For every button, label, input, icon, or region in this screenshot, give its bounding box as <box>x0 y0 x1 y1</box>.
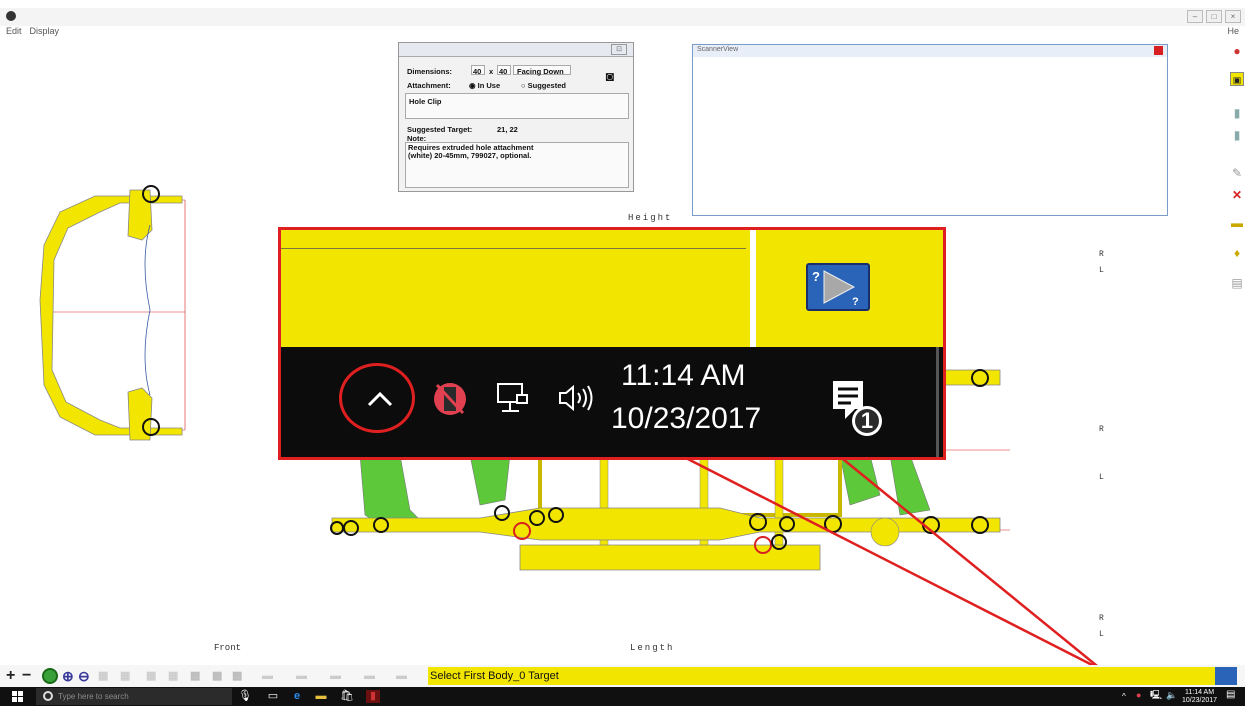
view-icon-3[interactable]: ▦ <box>146 667 156 685</box>
taskbar-search-input[interactable]: Type here to search <box>36 688 232 705</box>
tray-clock-date[interactable]: 10/23/2017 <box>1182 697 1217 704</box>
status-message: Select First Body_0 Target <box>428 667 1228 685</box>
windows-start-icon[interactable] <box>12 691 23 702</box>
task-view-icon[interactable]: ▭ <box>266 690 280 703</box>
zoom-out-icon[interactable]: ⊖ <box>78 667 90 685</box>
side-label-l: L <box>1099 630 1104 639</box>
radio-suggested[interactable]: ○ Suggested <box>521 81 566 90</box>
status-panel-icon[interactable] <box>1215 667 1237 685</box>
svg-text:?: ? <box>852 296 859 308</box>
dimension-separator: x <box>489 67 494 76</box>
zoomed-system-tray: 11:14 AM 10/23/2017 1 <box>281 347 943 457</box>
store-icon[interactable]: 🛍 <box>340 690 354 703</box>
dialog-collapse-button[interactable]: ⊡ <box>611 44 627 55</box>
facing-value: Facing Down <box>517 67 564 76</box>
running-app-icon[interactable]: ▮ <box>366 690 380 703</box>
attachment-label: Attachment: <box>407 81 451 90</box>
suggested-target-label: Suggested Target: <box>407 125 473 134</box>
view-icon-2[interactable]: ▦ <box>120 667 130 685</box>
windows-taskbar: Type here to search 🎙 ▭ e ▬ 🛍 ▮ ^ ● 🖳 🔈 … <box>0 687 1245 706</box>
side-label-r: R <box>1099 250 1104 259</box>
side-label-l: L <box>1099 266 1104 275</box>
attachment-dialog: ⊡ Dimensions: 40 x 40 Facing Down ◙ Atta… <box>398 42 634 192</box>
edge-icon[interactable]: e <box>290 690 304 703</box>
body-tool-icon-1[interactable]: ▬ <box>262 667 273 685</box>
view-icon-6[interactable]: ▩ <box>212 667 222 685</box>
dimension-width: 40 <box>473 67 482 76</box>
file-explorer-icon[interactable]: ▬ <box>314 690 328 703</box>
suggested-label: Suggested <box>527 81 566 90</box>
suggested-target-value: 21, 22 <box>497 125 518 134</box>
scanner-title: ScannerView <box>693 45 1167 57</box>
radio-in-use[interactable]: ◉ In Use <box>469 81 500 90</box>
top-view-frame <box>39 185 186 441</box>
microphone-icon[interactable]: 🎙 <box>238 690 252 703</box>
tray-notification-icon[interactable]: ▤ <box>1226 690 1235 700</box>
dialog-title-bar: ⊡ <box>399 43 633 57</box>
note-text: Requires extruded hole attachment (white… <box>408 143 534 160</box>
height-axis-label: Height <box>628 213 673 223</box>
pointer-line-right <box>837 454 1103 671</box>
bottom-toolbar: + − ⊕ ⊖ ▦ ▦ ▦ ▦ ▩ ▩ ▩ ▬ ▬ ▬ ▬ ▬ Select F… <box>0 665 1245 687</box>
view-icon-5[interactable]: ▩ <box>190 667 200 685</box>
zoom-callout: ? ? 11:14 AM 10/23/2017 1 <box>278 227 946 460</box>
body-tool-icon-4[interactable]: ▬ <box>364 667 375 685</box>
zoom-plus-button[interactable]: + <box>6 667 15 685</box>
body-tool-icon-3[interactable]: ▬ <box>330 667 341 685</box>
in-use-label: In Use <box>477 81 501 90</box>
show-hidden-icons-chevron[interactable] <box>365 389 395 409</box>
tray-clock-time[interactable]: 11:14 AM <box>1185 689 1214 696</box>
side-label-l: L <box>1099 473 1104 482</box>
scanner-view-window: ScannerView <box>692 44 1168 216</box>
tray-network-icon[interactable]: 🖳 <box>1150 691 1162 700</box>
disabled-app-icon[interactable] <box>431 379 469 419</box>
item-name: Hole Clip <box>409 97 442 106</box>
tray-volume-icon[interactable]: 🔈 <box>1166 691 1177 700</box>
side-label-r: R <box>1099 425 1104 434</box>
svg-text:?: ? <box>812 269 820 284</box>
zoom-in-icon[interactable]: ⊕ <box>62 667 74 685</box>
front-label: Front <box>214 643 242 653</box>
scanner-close-button[interactable] <box>1154 46 1163 55</box>
body-tool-icon-5[interactable]: ▬ <box>396 667 407 685</box>
camera-icon[interactable]: ◙ <box>599 67 621 85</box>
network-icon[interactable] <box>495 381 529 415</box>
notification-count: 1 <box>860 408 874 433</box>
zoom-minus-button[interactable]: − <box>22 667 31 685</box>
volume-icon[interactable] <box>557 383 597 413</box>
cortana-icon <box>43 691 53 701</box>
tray-chevron-icon[interactable]: ^ <box>1122 693 1126 701</box>
view-icon-4[interactable]: ▦ <box>168 667 178 685</box>
help-play-icon: ? ? <box>812 269 859 308</box>
view-icon-7[interactable]: ▩ <box>232 667 242 685</box>
clock-time[interactable]: 11:14 AM <box>621 359 746 393</box>
body-tool-icon-2[interactable]: ▬ <box>296 667 307 685</box>
side-label-r: R <box>1099 614 1104 623</box>
dimension-height: 40 <box>499 67 508 76</box>
dimensions-label: Dimensions: <box>407 67 453 76</box>
zoom-one-icon[interactable] <box>42 668 58 684</box>
view-icon-1[interactable]: ▦ <box>98 667 108 685</box>
clock-date[interactable]: 10/23/2017 <box>611 402 761 436</box>
length-axis-label: Length <box>630 643 675 653</box>
help-play-button[interactable]: ? ? <box>806 263 870 311</box>
tray-app-icon[interactable]: ● <box>1136 691 1141 700</box>
